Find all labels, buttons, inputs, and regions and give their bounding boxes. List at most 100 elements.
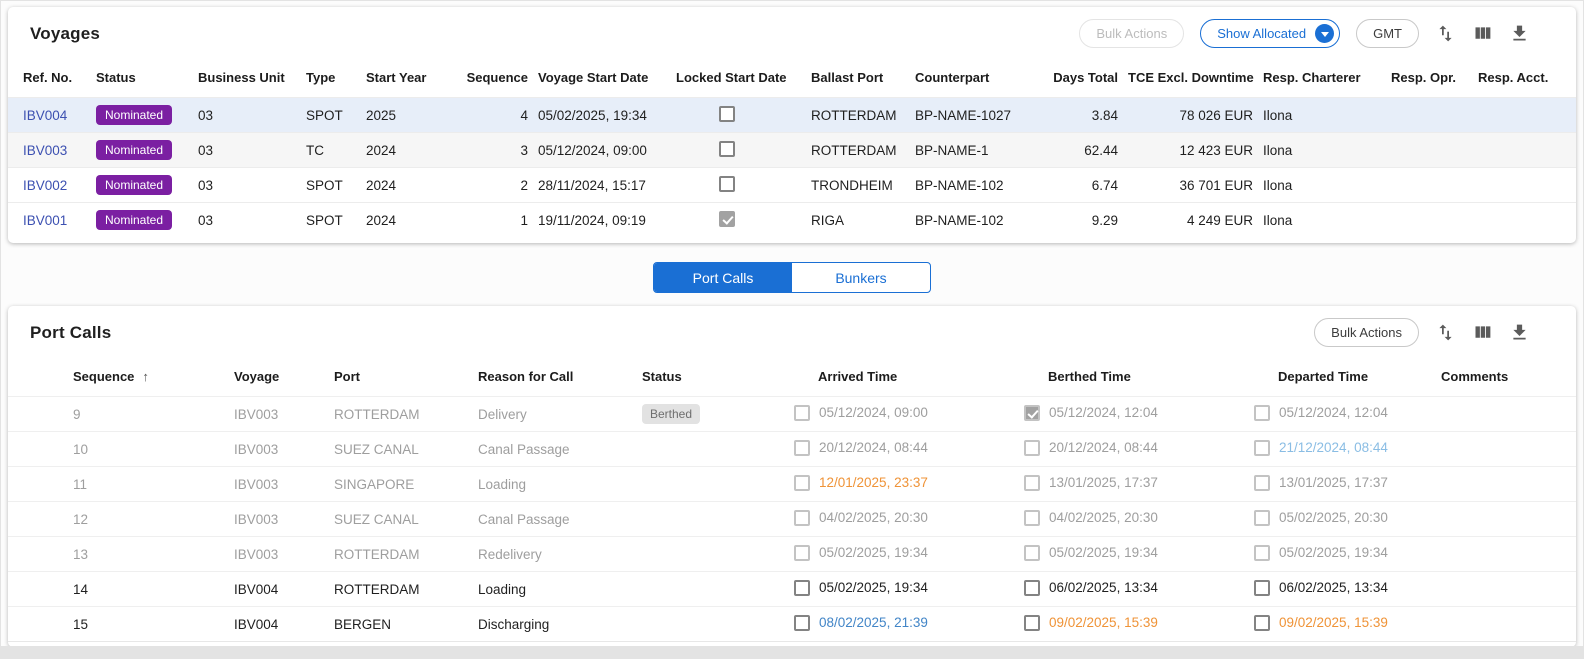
show-allocated-dropdown[interactable]: Show Allocated xyxy=(1200,19,1340,48)
port-call-row[interactable]: 15IBV004BERGENDischarging08/02/2025, 21:… xyxy=(8,607,1576,642)
voyages-table-body: IBV004Nominated03SPOT2025405/02/2025, 19… xyxy=(8,98,1576,238)
port-calls-table: Sequence↑VoyagePort Reason for CallStatus… xyxy=(8,355,1576,642)
voyage-ref-link[interactable]: IBV001 xyxy=(23,213,67,228)
locked-start-date-checkbox[interactable] xyxy=(719,106,735,122)
locked-start-date-checkbox[interactable] xyxy=(719,141,735,157)
departed-time-checkbox[interactable] xyxy=(1254,475,1270,491)
voyages-column-header[interactable]: Start Year xyxy=(366,56,454,98)
berthed-time-checkbox[interactable] xyxy=(1024,510,1040,526)
departed-time-value: 06/02/2025, 13:34 xyxy=(1279,580,1388,595)
berthed-time-checkbox[interactable] xyxy=(1024,545,1040,561)
departed-time-checkbox[interactable] xyxy=(1254,440,1270,456)
voyages-column-header[interactable]: Days Total xyxy=(1036,56,1128,98)
departed-time-checkbox[interactable] xyxy=(1254,615,1270,631)
voyages-column-header[interactable]: Sequence xyxy=(454,56,538,98)
berthed-time-checkbox[interactable] xyxy=(1024,580,1040,596)
arrived-time-checkbox[interactable] xyxy=(794,440,810,456)
portcalls-column-header[interactable]: Arrived Time xyxy=(794,355,1024,397)
voyages-column-header[interactable]: Ballast Port xyxy=(811,56,915,98)
portcalls-column-header[interactable]: Berthed Time xyxy=(1024,355,1254,397)
port-call-comments-cell xyxy=(1434,502,1576,537)
tab-port-calls[interactable]: Port Calls xyxy=(654,263,792,292)
arrived-time-checkbox[interactable] xyxy=(794,510,810,526)
columns-icon[interactable] xyxy=(1472,23,1493,44)
voyages-column-header[interactable]: Counterpart xyxy=(915,56,1036,98)
tab-bunkers[interactable]: Bunkers xyxy=(792,263,930,292)
berthed-time-checkbox[interactable] xyxy=(1024,475,1040,491)
arrived-time-value: 20/12/2024, 08:44 xyxy=(819,440,928,455)
arrived-time-value: 05/12/2024, 09:00 xyxy=(819,405,928,420)
port-call-row[interactable]: 12IBV003SUEZ CANALCanal Passage04/02/202… xyxy=(8,502,1576,537)
port-call-berthed-cell: 13/01/2025, 17:37 xyxy=(1024,467,1254,502)
voyages-column-header[interactable]: Resp. Acct. xyxy=(1478,56,1576,98)
voyage-status-badge: Nominated xyxy=(96,210,172,230)
port-call-cell-sequence: 15 xyxy=(8,607,234,642)
berthed-time-value: 06/02/2025, 13:34 xyxy=(1049,580,1158,595)
voyage-ref-link[interactable]: IBV003 xyxy=(23,143,67,158)
port-call-berthed-cell: 09/02/2025, 15:39 xyxy=(1024,607,1254,642)
port-call-row[interactable]: 9IBV003ROTTERDAMDeliveryBerthed05/12/202… xyxy=(8,397,1576,432)
departed-time-checkbox[interactable] xyxy=(1254,510,1270,526)
voyages-column-header[interactable]: Locked Start Date xyxy=(676,56,811,98)
voyages-column-header[interactable]: Ref. No. xyxy=(8,56,96,98)
voyages-column-header[interactable]: Status xyxy=(96,56,198,98)
voyage-row[interactable]: IBV003Nominated03TC2024305/12/2024, 09:0… xyxy=(8,133,1576,168)
arrived-time-checkbox[interactable] xyxy=(794,475,810,491)
voyage-ref-link[interactable]: IBV004 xyxy=(23,108,67,123)
sort-icon[interactable] xyxy=(1435,322,1456,343)
sort-icon[interactable] xyxy=(1435,23,1456,44)
port-call-row[interactable]: 14IBV004ROTTERDAMLoading05/02/2025, 19:3… xyxy=(8,572,1576,607)
voyages-column-header[interactable]: TCE Excl. Downtime xyxy=(1128,56,1263,98)
voyage-cell-resp-acct xyxy=(1478,168,1576,203)
portcalls-column-header[interactable]: Status xyxy=(642,355,794,397)
portcalls-column-header[interactable]: Sequence↑ xyxy=(8,355,234,397)
arrived-time-value: 05/02/2025, 19:34 xyxy=(819,545,928,560)
portcalls-column-header[interactable]: Reason for Call xyxy=(478,355,642,397)
portcalls-column-header[interactable]: Comments xyxy=(1434,355,1576,397)
voyages-column-header[interactable]: Resp. Opr. xyxy=(1391,56,1478,98)
portcalls-column-header[interactable]: Port xyxy=(334,355,478,397)
departed-time-checkbox[interactable] xyxy=(1254,405,1270,421)
voyages-column-header[interactable]: Business Unit xyxy=(198,56,306,98)
port-call-cell-port: SINGAPORE xyxy=(334,467,478,502)
arrived-time-checkbox[interactable] xyxy=(794,615,810,631)
voyage-cell-start-year: 2025 xyxy=(366,98,454,133)
berthed-time-checkbox[interactable] xyxy=(1024,405,1040,421)
download-icon[interactable] xyxy=(1509,322,1530,343)
sort-ascending-icon[interactable]: ↑ xyxy=(142,369,149,384)
gmt-button[interactable]: GMT xyxy=(1356,19,1419,48)
arrived-time-checkbox[interactable] xyxy=(794,545,810,561)
columns-icon[interactable] xyxy=(1472,322,1493,343)
portcalls-column-label: Comments xyxy=(1441,369,1508,384)
port-call-cell-sequence: 14 xyxy=(8,572,234,607)
departed-time-checkbox[interactable] xyxy=(1254,545,1270,561)
voyages-column-header[interactable]: Type xyxy=(306,56,366,98)
arrived-time-field: 05/12/2024, 09:00 xyxy=(794,405,928,421)
voyages-column-header[interactable]: Voyage Start Date xyxy=(538,56,676,98)
voyage-row[interactable]: IBV001Nominated03SPOT2024119/11/2024, 09… xyxy=(8,203,1576,238)
download-icon[interactable] xyxy=(1509,23,1530,44)
port-calls-bulk-actions-button[interactable]: Bulk Actions xyxy=(1314,318,1419,347)
port-call-row[interactable]: 13IBV003ROTTERDAMRedelivery05/02/2025, 1… xyxy=(8,537,1576,572)
berthed-time-value: 04/02/2025, 20:30 xyxy=(1049,510,1158,525)
portcalls-column-label: Port xyxy=(334,369,360,384)
berthed-time-value: 05/12/2024, 12:04 xyxy=(1049,405,1158,420)
locked-start-date-checkbox[interactable] xyxy=(719,176,735,192)
portcalls-column-header[interactable]: Voyage xyxy=(234,355,334,397)
voyages-bulk-actions-button[interactable]: Bulk Actions xyxy=(1079,19,1184,48)
arrived-time-checkbox[interactable] xyxy=(794,405,810,421)
berthed-time-checkbox[interactable] xyxy=(1024,615,1040,631)
voyage-ref-link[interactable]: IBV002 xyxy=(23,178,67,193)
port-call-cell-sequence: 9 xyxy=(8,397,234,432)
voyage-row[interactable]: IBV002Nominated03SPOT2024228/11/2024, 15… xyxy=(8,168,1576,203)
arrived-time-checkbox[interactable] xyxy=(794,580,810,596)
departed-time-checkbox[interactable] xyxy=(1254,580,1270,596)
portcalls-column-header[interactable]: Departed Time xyxy=(1254,355,1434,397)
berthed-time-checkbox[interactable] xyxy=(1024,440,1040,456)
port-call-status-cell xyxy=(642,467,794,502)
port-call-row[interactable]: 11IBV003SINGAPORELoading12/01/2025, 23:3… xyxy=(8,467,1576,502)
port-call-row[interactable]: 10IBV003SUEZ CANALCanal Passage20/12/202… xyxy=(8,432,1576,467)
locked-start-date-checkbox[interactable] xyxy=(719,211,735,227)
voyages-column-header[interactable]: Resp. Charterer xyxy=(1263,56,1391,98)
voyage-row[interactable]: IBV004Nominated03SPOT2025405/02/2025, 19… xyxy=(8,98,1576,133)
